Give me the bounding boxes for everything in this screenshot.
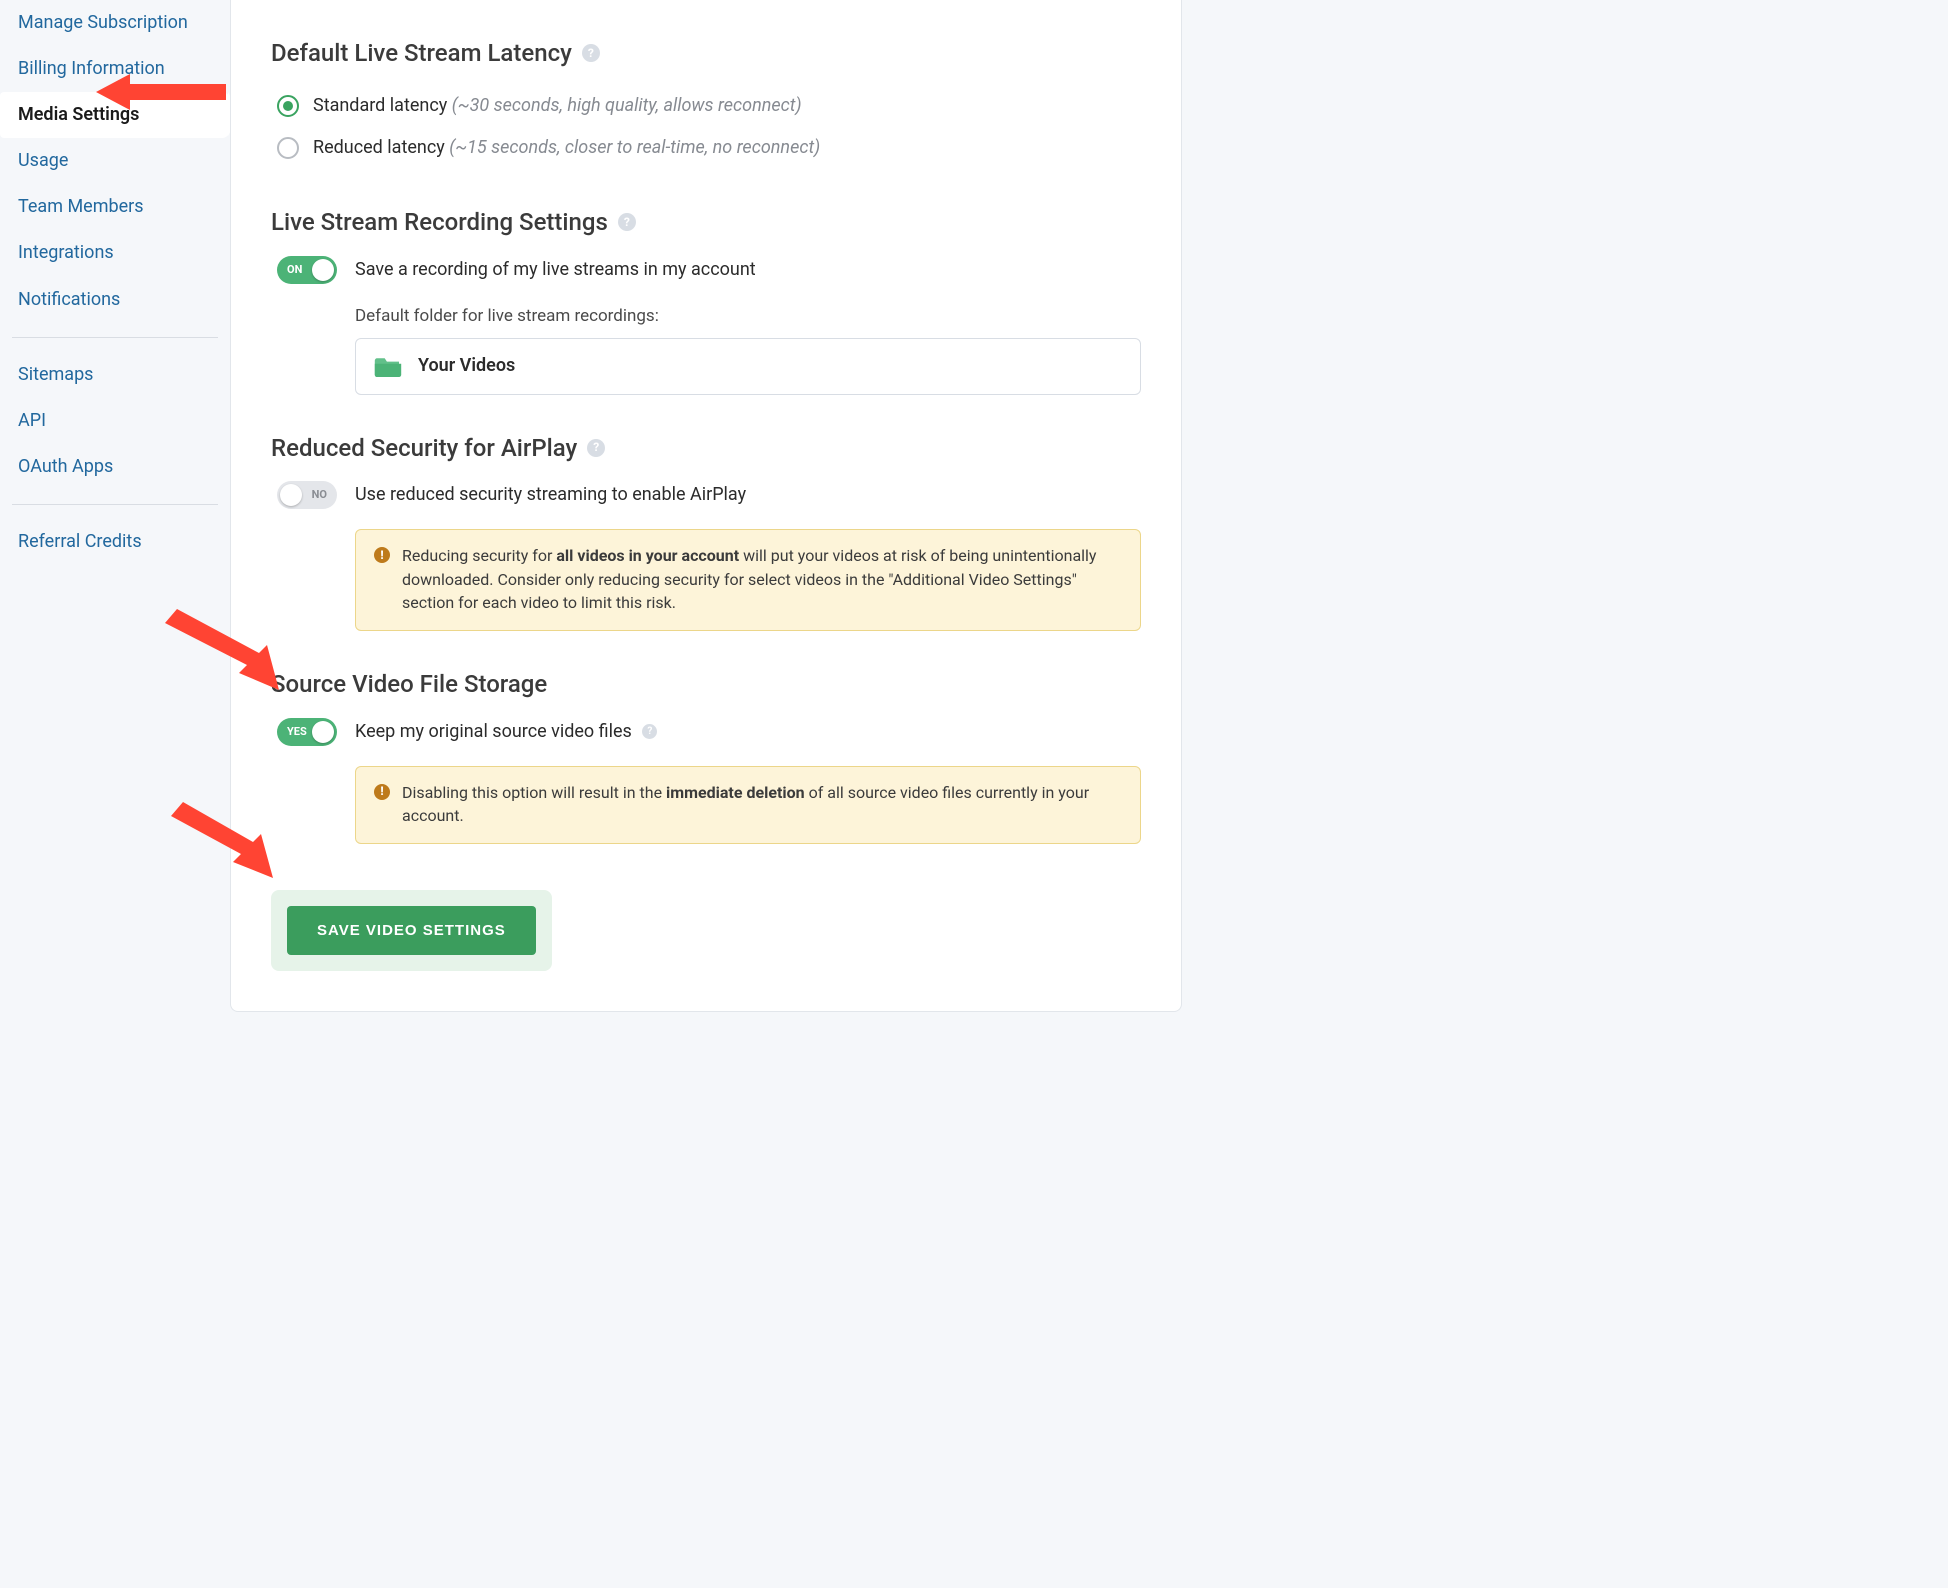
section-airplay: Reduced Security for AirPlay ? NO Use re… <box>271 431 1141 631</box>
radio-hint: (~15 seconds, closer to real-time, no re… <box>449 137 820 158</box>
sidebar-item-api[interactable]: API <box>0 398 230 444</box>
section-recording: Live Stream Recording Settings ? ON Save… <box>271 205 1141 395</box>
sidebar-item-notifications[interactable]: Notifications <box>0 277 230 323</box>
radio-reduced-latency[interactable]: Reduced latency (~15 seconds, closer to … <box>271 127 1141 169</box>
radio-label: Reduced latency <box>313 137 445 158</box>
toggle-label: YES <box>287 724 307 740</box>
sidebar-item-manage-subscription[interactable]: Manage Subscription <box>0 0 230 46</box>
warning-text: Reducing security for all videos in your… <box>402 544 1122 614</box>
section-title-text: Live Stream Recording Settings <box>271 205 608 240</box>
warning-text: Disabling this option will result in the… <box>402 781 1122 827</box>
sidebar-item-media-settings[interactable]: Media Settings <box>0 92 230 138</box>
radio-icon <box>277 95 299 117</box>
toggle-label: ON <box>287 262 302 278</box>
sidebar-item-billing-information[interactable]: Billing Information <box>0 46 230 92</box>
sidebar: Manage Subscription Billing Information … <box>0 0 230 1012</box>
folder-icon <box>374 355 402 377</box>
section-title-text: Default Live Stream Latency <box>271 36 572 71</box>
toggle-keep-source[interactable]: YES <box>277 718 337 746</box>
setting-text: Keep my original source video files ? <box>355 719 657 745</box>
toggle-label: NO <box>312 487 327 503</box>
section-title-storage: Source Video File Storage <box>271 667 1141 702</box>
section-title-text: Reduced Security for AirPlay <box>271 431 577 466</box>
setting-text: Use reduced security streaming to enable… <box>355 482 746 508</box>
warning-icon: ! <box>374 547 390 563</box>
folder-name: Your Videos <box>418 353 515 379</box>
sidebar-item-referral-credits[interactable]: Referral Credits <box>0 519 230 565</box>
warning-icon: ! <box>374 784 390 800</box>
help-icon[interactable]: ? <box>582 44 600 62</box>
sidebar-divider <box>12 504 218 505</box>
radio-label: Standard latency <box>313 95 447 116</box>
setting-text: Save a recording of my live streams in m… <box>355 257 756 283</box>
section-title-text: Source Video File Storage <box>271 667 547 702</box>
toggle-save-recording[interactable]: ON <box>277 256 337 284</box>
toggle-airplay[interactable]: NO <box>277 481 337 509</box>
sidebar-item-oauth-apps[interactable]: OAuth Apps <box>0 444 230 490</box>
sidebar-divider <box>12 337 218 338</box>
section-title-airplay: Reduced Security for AirPlay ? <box>271 431 1141 466</box>
settings-panel: Default Live Stream Latency ? Standard l… <box>230 0 1182 1012</box>
section-title-recording: Live Stream Recording Settings ? <box>271 205 1141 240</box>
warning-airplay: ! Reducing security for all videos in yo… <box>355 529 1141 631</box>
section-latency: Default Live Stream Latency ? Standard l… <box>271 36 1141 169</box>
sidebar-item-usage[interactable]: Usage <box>0 138 230 184</box>
folder-label: Default folder for live stream recording… <box>355 304 1141 329</box>
radio-hint: (~30 seconds, high quality, allows recon… <box>452 95 802 116</box>
help-icon[interactable]: ? <box>642 724 657 739</box>
help-icon[interactable]: ? <box>587 439 605 457</box>
sidebar-item-integrations[interactable]: Integrations <box>0 230 230 276</box>
toggle-knob <box>312 259 334 281</box>
sidebar-item-team-members[interactable]: Team Members <box>0 184 230 230</box>
toggle-knob <box>280 484 302 506</box>
warning-storage: ! Disabling this option will result in t… <box>355 766 1141 844</box>
radio-icon <box>277 137 299 159</box>
help-icon[interactable]: ? <box>618 213 636 231</box>
default-folder-select[interactable]: Your Videos <box>355 338 1141 394</box>
toggle-knob <box>312 721 334 743</box>
save-video-settings-button[interactable]: SAVE VIDEO SETTINGS <box>287 906 536 955</box>
section-storage: Source Video File Storage YES Keep my or… <box>271 667 1141 844</box>
sidebar-item-sitemaps[interactable]: Sitemaps <box>0 352 230 398</box>
radio-standard-latency[interactable]: Standard latency (~30 seconds, high qual… <box>271 85 1141 127</box>
save-button-highlight: SAVE VIDEO SETTINGS <box>271 890 552 971</box>
section-title-latency: Default Live Stream Latency ? <box>271 36 1141 71</box>
